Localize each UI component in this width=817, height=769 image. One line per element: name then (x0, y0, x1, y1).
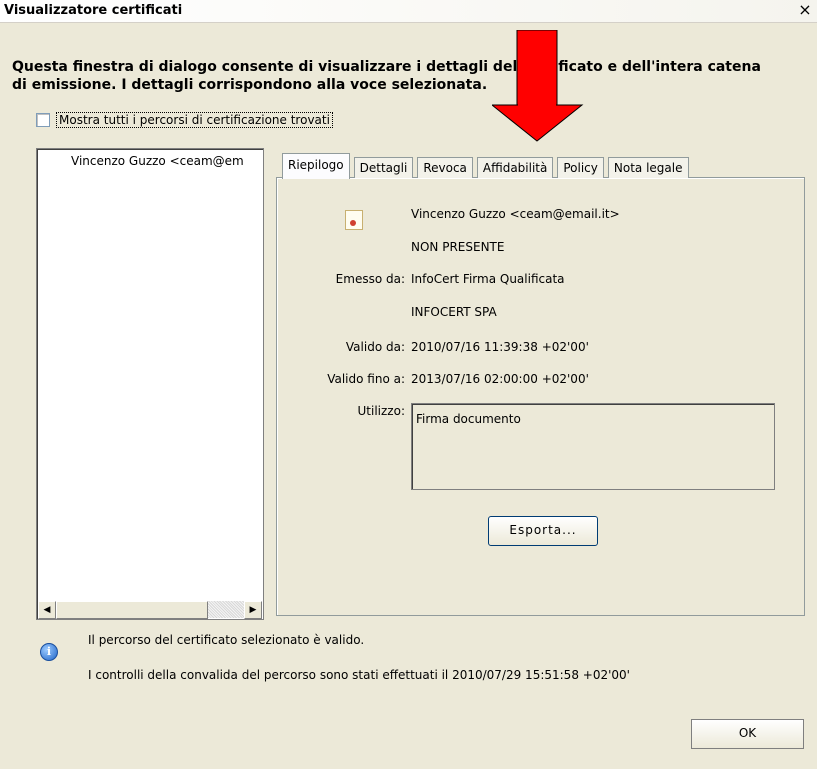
valid-to-label: Valido fino a: (327, 372, 405, 386)
valid-from-label: Valido da: (345, 340, 405, 354)
scroll-left-icon[interactable]: ◀ (38, 601, 56, 619)
title-bar: Visualizzatore certificati × (0, 0, 817, 23)
path-valid-status: Il percorso del certificato selezionato … (88, 633, 365, 647)
info-icon: i (40, 643, 58, 661)
tab-panel (276, 177, 805, 616)
tab-nota-legale[interactable]: Nota legale (607, 157, 689, 178)
validation-timestamp-status: I controlli della convalida del percorso… (88, 668, 630, 682)
issuer-name: InfoCert Firma Qualificata (411, 272, 565, 286)
tab-affidabilita[interactable]: Affidabilità (476, 157, 554, 178)
intro-text: Questa finestra di dialogo consente di v… (12, 58, 812, 94)
subject-org: NON PRESENTE (411, 240, 505, 254)
issuer-org: INFOCERT SPA (411, 305, 497, 319)
scroll-right-icon[interactable]: ▶ (244, 601, 262, 619)
tree-item-certificate[interactable]: Vincenzo Guzzo <ceam@em (71, 154, 244, 168)
window-title: Visualizzatore certificati (4, 3, 183, 18)
ok-button[interactable]: OK (691, 719, 804, 749)
show-all-paths-label[interactable]: Mostra tutti i percorsi di certificazion… (56, 112, 333, 128)
show-all-paths-checkbox[interactable] (36, 113, 50, 127)
certificate-viewer-window: Visualizzatore certificati × Questa fine… (0, 0, 817, 769)
valid-to-value: 2013/07/16 02:00:00 +02'00' (411, 372, 589, 386)
close-icon[interactable]: × (797, 1, 813, 19)
usage-value: Firma documento (416, 412, 521, 426)
tab-policy[interactable]: Policy (557, 157, 604, 178)
red-arrow-annotation (492, 30, 584, 142)
tab-revoca[interactable]: Revoca (417, 157, 473, 178)
subject-name: Vincenzo Guzzo <ceam@email.it> (411, 207, 620, 221)
certificate-chain-tree[interactable]: Vincenzo Guzzo <ceam@em ◀ ▶ (36, 148, 264, 620)
intro-line-1: Questa finestra di dialogo consente di v… (12, 59, 761, 75)
tab-dettagli[interactable]: Dettagli (353, 157, 414, 178)
certificate-icon (345, 210, 363, 230)
intro-line-2: di emissione. I dettagli corrispondono a… (12, 77, 488, 93)
valid-from-value: 2010/07/16 11:39:38 +02'00' (411, 340, 589, 354)
usage-label: Utilizzo: (357, 404, 405, 418)
export-button[interactable]: Esporta... (488, 516, 598, 546)
show-all-paths-row[interactable]: Mostra tutti i percorsi di certificazion… (36, 112, 333, 128)
scroll-thumb[interactable] (56, 601, 208, 619)
tab-riepilogo[interactable]: Riepilogo (282, 153, 350, 179)
usage-box: Firma documento (411, 403, 775, 490)
issued-by-label: Emesso da: (335, 272, 405, 286)
tab-strip: Riepilogo Dettagli Revoca Affidabilità P… (282, 152, 693, 179)
horizontal-scrollbar[interactable]: ◀ ▶ (38, 601, 262, 619)
